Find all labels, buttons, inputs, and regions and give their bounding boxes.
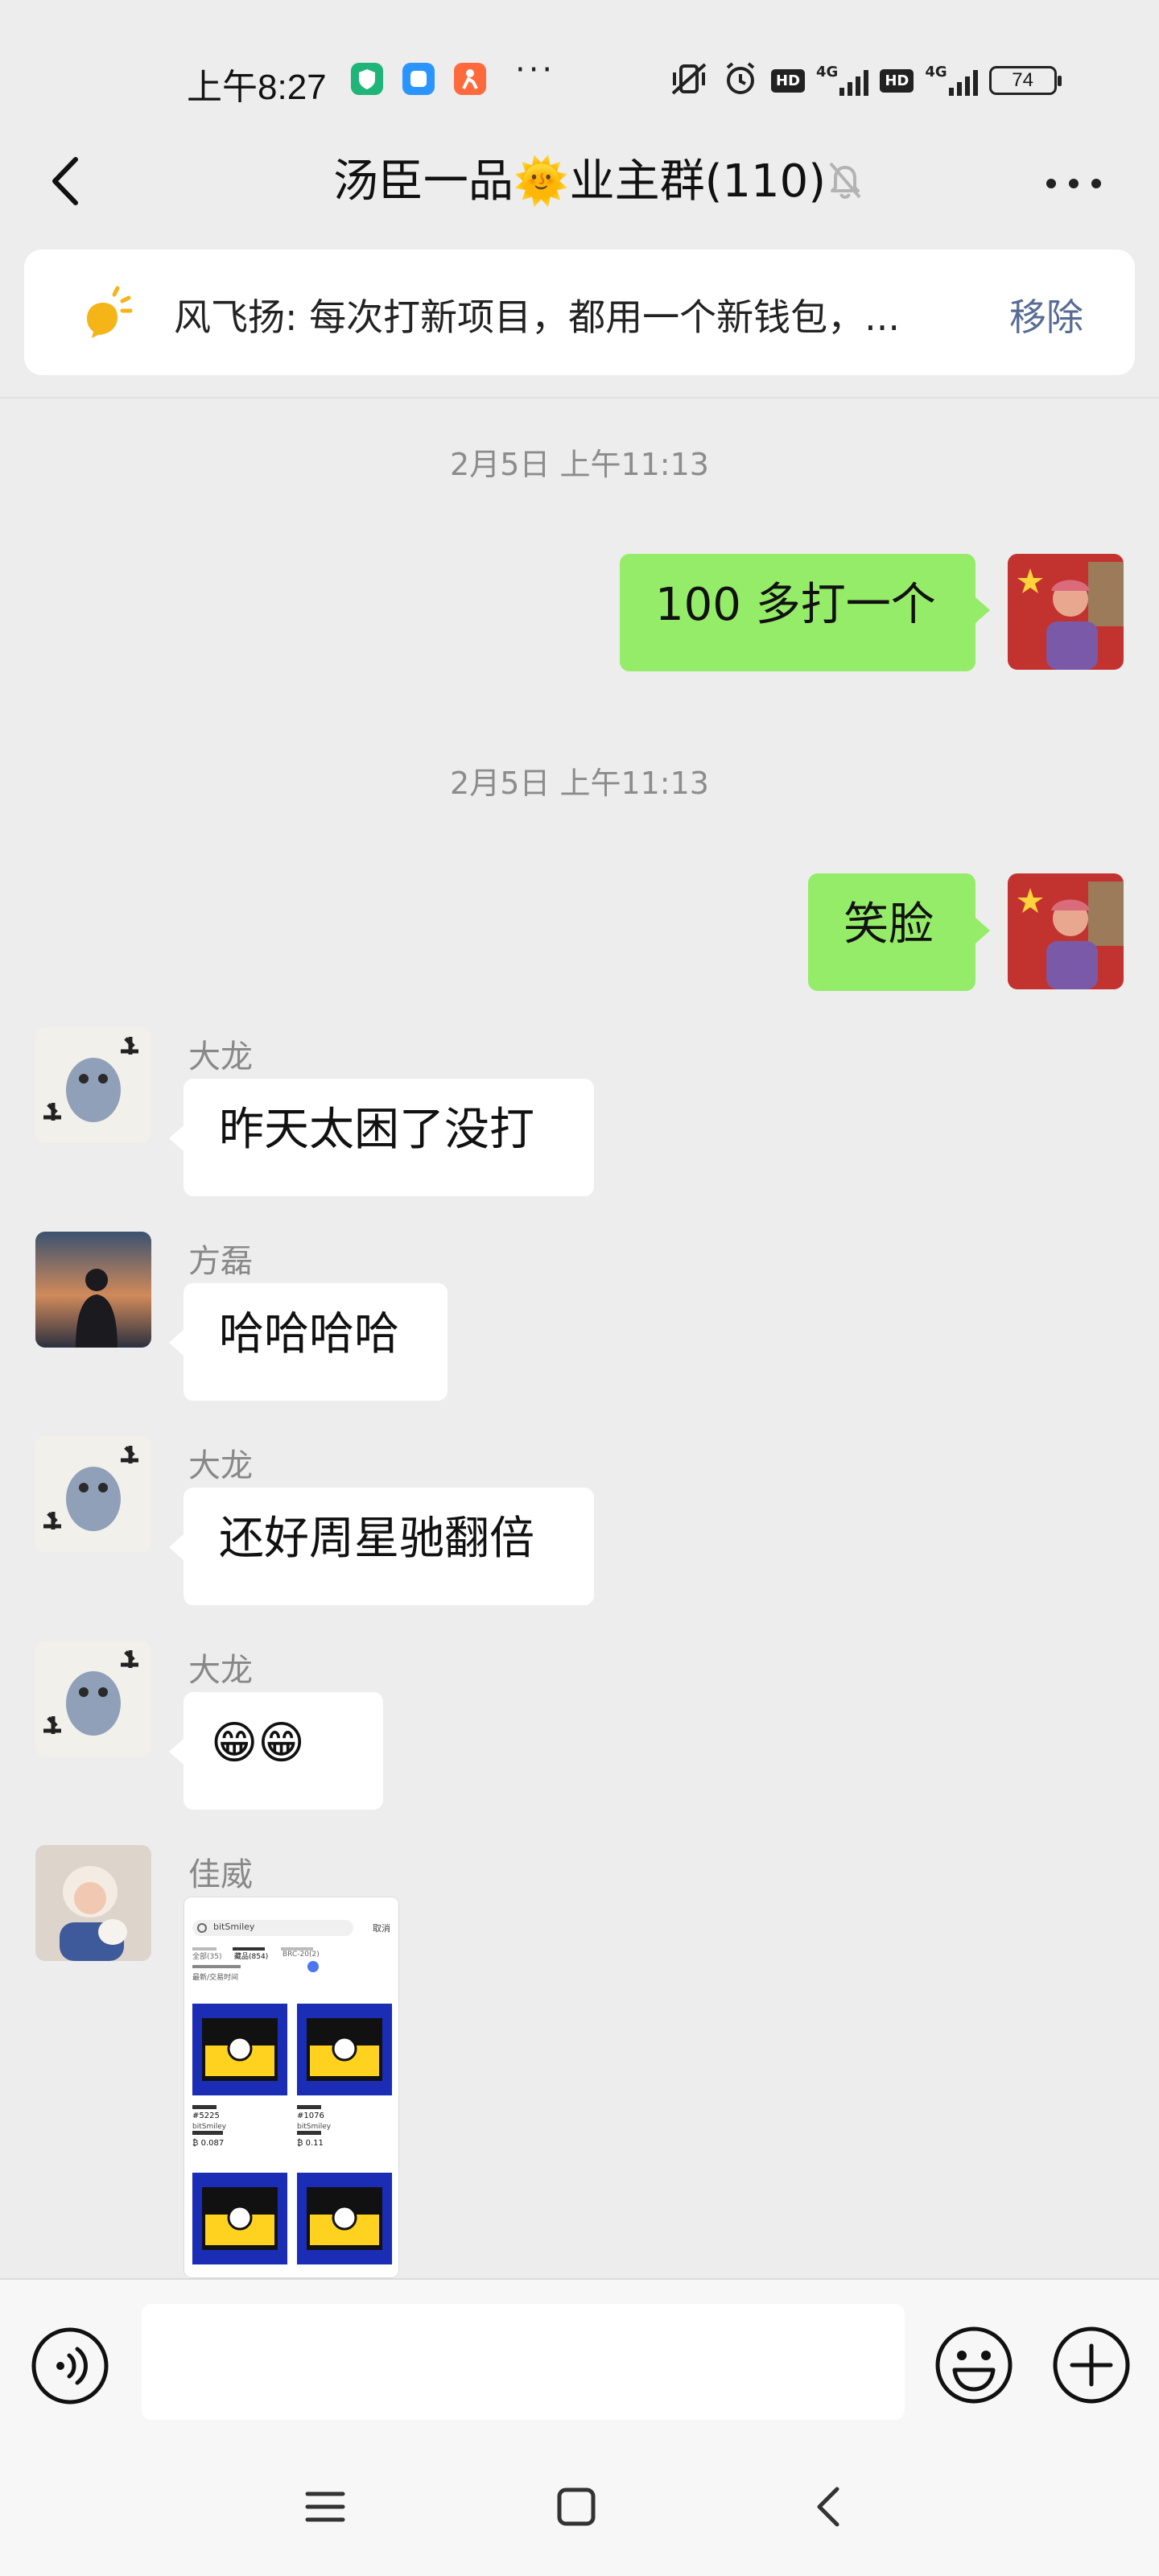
incoming-message-bubble[interactable]: 还好周星驰翻倍	[184, 1488, 594, 1605]
chat-header: 汤臣一品🌞业主群(110)	[0, 129, 1159, 233]
pinned-remove-link[interactable]: 移除	[1009, 288, 1083, 341]
pinned-message-banner[interactable]: 风飞扬: 每次打新项目，都用一个新钱包，... 移除	[24, 250, 1135, 375]
image-filter: 最新/交易时间	[192, 1974, 239, 1982]
more-options-icon[interactable]	[1046, 179, 1103, 190]
alarm-icon	[721, 60, 760, 101]
sender-name: 大龙	[188, 1447, 253, 1484]
emoji-icon[interactable]	[934, 2325, 1014, 2405]
battery-level: 74	[1012, 69, 1033, 91]
battery-icon: 74	[988, 66, 1062, 95]
image-item-id: #1076	[297, 2112, 324, 2120]
sender-name: 佳威	[188, 1856, 253, 1893]
image-tab: BRC-20(2)	[283, 1951, 320, 1959]
image-item-name: bitSmiley	[297, 2123, 332, 2131]
green-shield-app-icon	[351, 63, 383, 95]
sender-name: 大龙	[188, 1652, 253, 1689]
message-text-field[interactable]	[142, 2304, 905, 2420]
sender-name: 大龙	[188, 1038, 253, 1075]
image-search-text: bitSmiley	[213, 1922, 255, 1932]
message-timestamp: 2月5日 上午11:13	[450, 766, 709, 801]
my-avatar[interactable]	[1008, 873, 1124, 989]
message-input-bar	[0, 2278, 1159, 2439]
image-tab: 全部(35)	[192, 1953, 222, 1961]
signal-icon-2	[948, 68, 978, 96]
chat-title[interactable]: 汤臣一品🌞业主群(110)	[0, 145, 1159, 210]
header-divider	[0, 397, 1159, 398]
image-item-price: ₿ 0.087	[192, 2139, 225, 2148]
status-more-dots: ···	[515, 52, 556, 89]
image-item-name: bitSmiley	[192, 2123, 227, 2131]
image-cancel-text: 取消	[373, 1923, 390, 1934]
network-type-1: 4G	[816, 64, 839, 80]
bubble-tail	[975, 918, 990, 943]
sun-emoji-icon: 🌞	[513, 155, 570, 208]
incoming-message-bubble[interactable]: 昨天太困了没打	[184, 1079, 594, 1196]
muted-bell-icon	[823, 157, 868, 202]
home-icon[interactable]	[555, 2486, 597, 2528]
avatar-dalong[interactable]	[35, 1641, 151, 1757]
network-type-2: 4G	[925, 64, 947, 80]
pinned-message-text: 风飞扬: 每次打新项目，都用一个新钱包，...	[174, 295, 900, 339]
status-indicators: HD 4G HD 4G 74	[668, 58, 1062, 103]
incoming-message-bubble[interactable]: 哈哈哈哈	[184, 1283, 448, 1401]
image-tab: 藏品(854)	[234, 1953, 269, 1961]
chat-title-part1: 汤臣一品	[332, 155, 514, 208]
orange-person-app-icon	[454, 63, 486, 95]
image-item-id: #5225	[192, 2112, 220, 2120]
pinned-bulb-icon	[68, 279, 137, 348]
outgoing-message-bubble[interactable]: 100 多打一个	[620, 554, 975, 671]
status-bar: 上午8:27 ··· HD 4G HD 4G 74	[0, 0, 1159, 121]
outgoing-message-bubble[interactable]: 笑脸	[808, 873, 975, 991]
sender-name: 方磊	[188, 1243, 253, 1280]
image-item-price: ₿ 0.11	[297, 2139, 324, 2148]
avatar-jiawei[interactable]	[35, 1845, 151, 1961]
chat-title-part2: 业主群(110)	[569, 155, 827, 208]
system-nav-bar	[0, 2439, 1159, 2576]
incoming-emoji-bubble[interactable]: 😁😁	[184, 1692, 383, 1810]
nav-back-icon[interactable]	[808, 2484, 850, 2529]
voice-input-icon[interactable]	[31, 2326, 109, 2405]
hd-badge-2: HD	[880, 68, 914, 93]
bubble-tail	[975, 597, 990, 623]
status-time: 上午8:27	[187, 68, 327, 107]
mute-vibrate-icon	[668, 60, 710, 101]
avatar-dalong[interactable]	[35, 1027, 151, 1143]
blue-app-icon	[402, 63, 435, 95]
menu-icon[interactable]	[304, 2486, 346, 2528]
my-avatar[interactable]	[1008, 554, 1124, 670]
bubble-tail	[169, 1330, 184, 1356]
signal-icon-1	[839, 68, 869, 96]
hd-badge-1: HD	[771, 68, 806, 93]
bubble-tail	[169, 1125, 184, 1151]
avatar-dalong[interactable]	[35, 1436, 151, 1552]
image-message[interactable]: bitSmiley 取消 全部(35) 藏品(854) BRC-20(2) 最新…	[184, 1897, 399, 2278]
avatar-fanglei[interactable]	[35, 1232, 151, 1348]
bubble-tail	[169, 1534, 184, 1560]
message-timestamp: 2月5日 上午11:13	[450, 447, 709, 482]
plus-icon[interactable]	[1051, 2325, 1132, 2405]
bubble-tail	[169, 1739, 184, 1765]
